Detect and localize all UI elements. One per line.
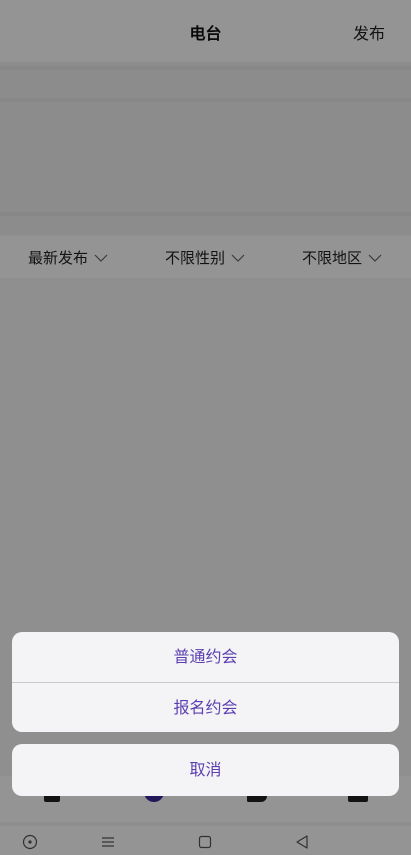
option-normal-date[interactable]: 普通约会 [12, 632, 399, 682]
cancel-button[interactable]: 取消 [12, 744, 399, 796]
option-signup-date[interactable]: 报名约会 [12, 683, 399, 732]
action-sheet-cancel: 取消 [12, 744, 399, 796]
action-sheet: 普通约会 报名约会 [12, 632, 399, 732]
